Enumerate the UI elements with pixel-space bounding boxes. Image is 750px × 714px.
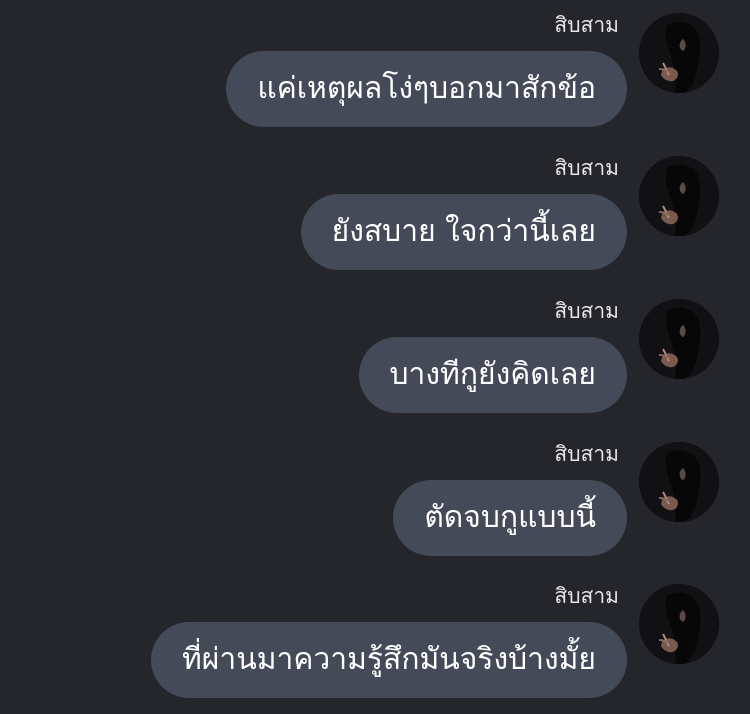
profile-photo-icon (639, 584, 719, 664)
avatar[interactable] (639, 442, 719, 522)
message-row: สิบสาม ที่ผ่านมาความรู้สึกมันจริงบ้างมั้… (0, 571, 750, 701)
chat-thread: สิบสาม แค่เหตุผลโง่ๆบอกมาสักข้อ สิบสาม ย… (0, 0, 750, 714)
avatar[interactable] (639, 299, 719, 379)
message-row: สิบสาม บางทีกูยังคิดเลย (0, 286, 750, 416)
sender-name: สิบสาม (554, 442, 619, 466)
message-bubble[interactable]: ที่ผ่านมาความรู้สึกมันจริงบ้างมั้ย (151, 622, 627, 698)
message-bubble[interactable]: ตัดจบกูแบบนี้ (393, 480, 627, 556)
message-bubble[interactable]: ยังสบาย ใจกว่านี้เลย (300, 194, 627, 270)
profile-photo-icon (639, 299, 719, 379)
profile-photo-icon (639, 13, 719, 93)
message-bubble[interactable]: แค่เหตุผลโง่ๆบอกมาสักข้อ (226, 51, 627, 127)
message-row: สิบสาม แค่เหตุผลโง่ๆบอกมาสักข้อ (0, 0, 750, 130)
sender-name: สิบสาม (554, 584, 619, 608)
avatar[interactable] (639, 584, 719, 664)
sender-name: สิบสาม (554, 156, 619, 180)
avatar[interactable] (639, 13, 719, 93)
profile-photo-icon (639, 442, 719, 522)
sender-name: สิบสาม (554, 13, 619, 37)
message-row: สิบสาม ยังสบาย ใจกว่านี้เลย (0, 143, 750, 273)
sender-name: สิบสาม (554, 299, 619, 323)
message-bubble[interactable]: บางทีกูยังคิดเลย (358, 337, 627, 413)
message-row: สิบสาม ตัดจบกูแบบนี้ (0, 429, 750, 559)
profile-photo-icon (639, 156, 719, 236)
avatar[interactable] (639, 156, 719, 236)
